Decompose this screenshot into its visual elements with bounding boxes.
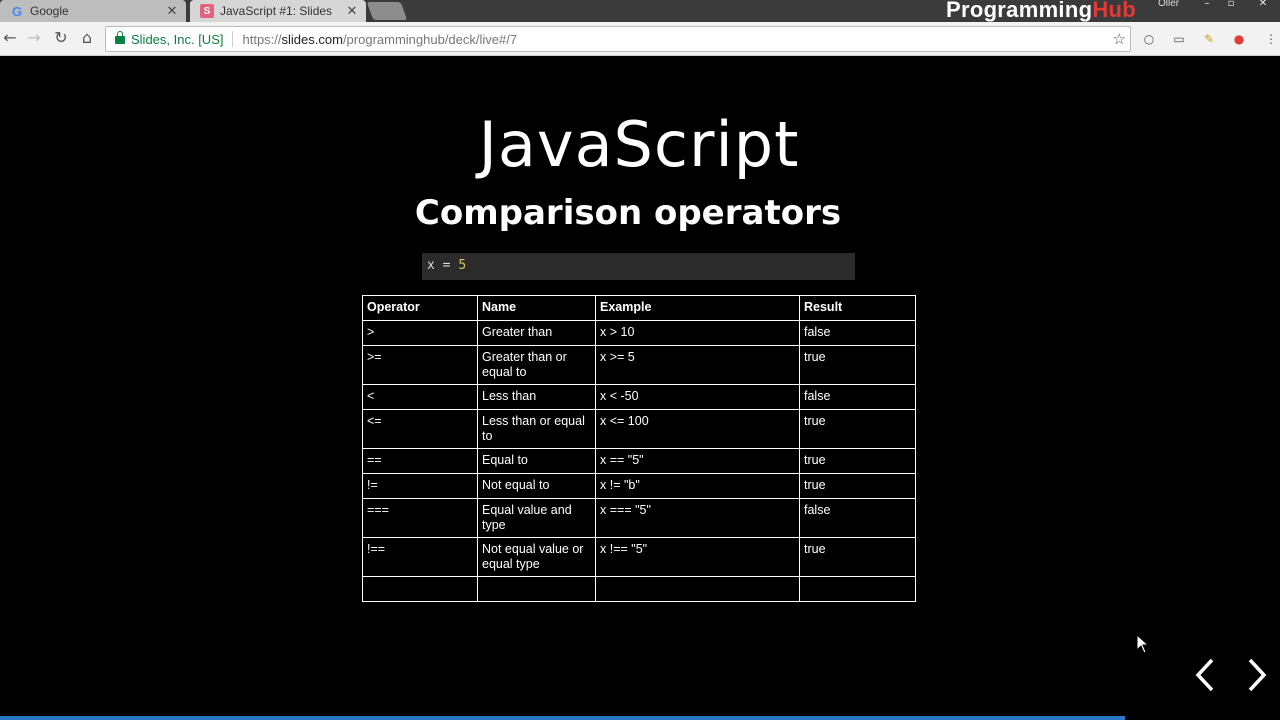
table-header-row: Operator Name Example Result xyxy=(362,295,916,321)
tab-title: JavaScript #1: Slides xyxy=(220,4,333,18)
extension-shield-icon[interactable]: ● xyxy=(1230,31,1248,47)
table-cell xyxy=(595,576,800,602)
table-cell: <= xyxy=(362,409,478,449)
table-cell: x > 10 xyxy=(595,320,800,346)
slides-icon: S xyxy=(200,4,214,18)
column-header: Operator xyxy=(362,295,478,321)
table-cell: == xyxy=(362,448,478,474)
tab-title: Google xyxy=(30,4,69,18)
maximize-icon[interactable]: ▫ xyxy=(1220,0,1242,10)
table-cell: true xyxy=(799,537,916,577)
table-cell: !== xyxy=(362,537,478,577)
next-slide-arrow-icon[interactable] xyxy=(1242,650,1272,700)
reload-icon[interactable]: ↻ xyxy=(51,28,71,48)
tab-strip: G Google ✕ S JavaScript #1: Slides ✕ Pro… xyxy=(0,0,1280,22)
cast-icon[interactable]: ▭ xyxy=(1170,31,1188,47)
menu-icon[interactable]: ⋮ xyxy=(1262,31,1280,47)
security-label[interactable]: Slides, Inc. [US] xyxy=(131,32,223,47)
brand-watermark: ProgrammingHub xyxy=(946,0,1136,22)
back-icon[interactable]: ← xyxy=(0,28,20,48)
home-icon[interactable]: ⌂ xyxy=(77,28,97,48)
table-row: != Not equal to x != "b" true xyxy=(362,473,916,499)
forward-icon[interactable]: → xyxy=(24,28,44,48)
table-row: >= Greater than or equal to x >= 5 true xyxy=(362,345,916,385)
table-row: <= Less than or equal to x <= 100 true xyxy=(362,409,916,449)
table-cell: != xyxy=(362,473,478,499)
slide-title: JavaScript xyxy=(478,108,800,181)
table-cell: Equal to xyxy=(477,448,596,474)
table-cell: >= xyxy=(362,345,478,385)
user-label[interactable]: Oller xyxy=(1158,0,1179,9)
table-cell: false xyxy=(799,320,916,346)
table-row: == Equal to x == "5" true xyxy=(362,448,916,474)
table-cell: Equal value and type xyxy=(477,498,596,538)
table-row: < Less than x < -50 false xyxy=(362,384,916,410)
table-cell: false xyxy=(799,498,916,538)
extension-circle-icon[interactable]: ○ xyxy=(1140,31,1158,47)
lock-icon xyxy=(115,31,125,44)
table-cell: x !== "5" xyxy=(595,537,800,577)
table-row: !== Not equal value or equal type x !== … xyxy=(362,537,916,577)
table-cell xyxy=(362,576,478,602)
tab-slides[interactable]: S JavaScript #1: Slides ✕ xyxy=(190,0,366,22)
operators-table: Operator Name Example Result > Greater t… xyxy=(362,295,916,602)
table-cell: true xyxy=(799,448,916,474)
table-cell: < xyxy=(362,384,478,410)
table-cell: Less than xyxy=(477,384,596,410)
table-row: > Greater than x > 10 false xyxy=(362,320,916,346)
table-cell: x < -50 xyxy=(595,384,800,410)
column-header: Example xyxy=(595,295,800,321)
table-cell: Greater than xyxy=(477,320,596,346)
table-cell: true xyxy=(799,473,916,499)
table-cell: true xyxy=(799,345,916,385)
tab-google[interactable]: G Google ✕ xyxy=(0,0,186,22)
table-cell: true xyxy=(799,409,916,449)
google-icon: G xyxy=(11,3,23,19)
table-cell: Less than or equal to xyxy=(477,409,596,449)
column-header: Name xyxy=(477,295,596,321)
table-cell: x == "5" xyxy=(595,448,800,474)
table-cell: x === "5" xyxy=(595,498,800,538)
mouse-cursor-icon xyxy=(1136,633,1150,654)
address-bar[interactable]: Slides, Inc. [US] https://slides.com/pro… xyxy=(105,26,1131,52)
new-tab-button[interactable] xyxy=(366,2,408,20)
table-cell: false xyxy=(799,384,916,410)
minimize-icon[interactable]: – xyxy=(1196,0,1218,10)
extension-leaf-icon[interactable]: ✎ xyxy=(1200,31,1218,47)
close-icon[interactable]: ✕ xyxy=(344,3,360,19)
bookmark-star-icon[interactable]: ☆ xyxy=(1113,30,1126,48)
table-cell: x <= 100 xyxy=(595,409,800,449)
url-text[interactable]: https://slides.com/programminghub/deck/l… xyxy=(242,32,517,47)
slide-subtitle: Comparison operators xyxy=(414,193,842,233)
prev-slide-arrow-icon[interactable] xyxy=(1190,650,1220,700)
table-cell: Greater than or equal to xyxy=(477,345,596,385)
table-row xyxy=(362,576,916,602)
table-cell: x != "b" xyxy=(595,473,800,499)
close-window-icon[interactable]: ✕ xyxy=(1252,0,1274,10)
divider xyxy=(232,31,234,47)
table-cell xyxy=(799,576,916,602)
code-snippet: x = 5 xyxy=(422,253,855,280)
presentation-progress-bar xyxy=(0,716,1125,720)
close-icon[interactable]: ✕ xyxy=(164,3,180,19)
column-header: Result xyxy=(799,295,916,321)
table-cell: Not equal to xyxy=(477,473,596,499)
table-cell xyxy=(477,576,596,602)
table-cell: x >= 5 xyxy=(595,345,800,385)
table-cell: === xyxy=(362,498,478,538)
table-cell: > xyxy=(362,320,478,346)
table-cell: Not equal value or equal type xyxy=(477,537,596,577)
table-row: === Equal value and type x === "5" false xyxy=(362,498,916,538)
